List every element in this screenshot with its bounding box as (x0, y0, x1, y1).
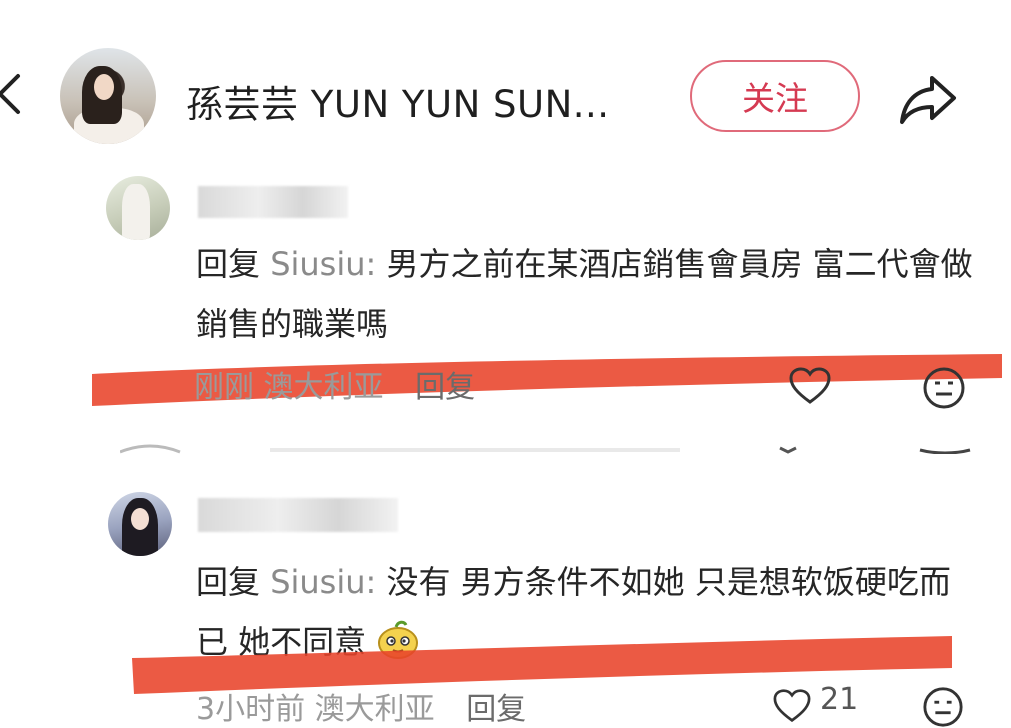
reply-button[interactable]: 回复 (415, 370, 475, 405)
share-icon[interactable] (896, 66, 960, 130)
smile-icon[interactable] (922, 366, 966, 410)
reply-prefix: 回复 (196, 563, 261, 601)
author-name[interactable]: 孫芸芸 YUN YUN SUN... (186, 74, 610, 128)
reply-to-user[interactable]: Siusiu: (270, 245, 376, 283)
reply-button[interactable]: 回复 (466, 692, 526, 727)
smile-icon[interactable] (922, 686, 964, 728)
back-icon[interactable] (0, 72, 24, 116)
commenter-avatar[interactable] (106, 176, 170, 240)
comment-location: 澳大利亚 (263, 370, 384, 405)
follow-button[interactable]: 关注 (690, 60, 860, 132)
commenter-avatar[interactable] (108, 492, 172, 556)
reply-to-user[interactable]: Siusiu: (270, 563, 376, 601)
comment-meta: 刚刚 澳大利亚 回复 (194, 362, 475, 406)
author-avatar[interactable] (60, 48, 156, 144)
heart-icon[interactable] (772, 688, 812, 724)
commenter-name-blurred (198, 498, 398, 532)
comment-meta: 3小时前 澳大利亚 回复 (196, 684, 526, 728)
heart-icon[interactable] (788, 366, 832, 406)
comment-location: 澳大利亚 (314, 692, 435, 727)
commenter-name-blurred (198, 186, 348, 218)
collapsed-row-edge (120, 444, 971, 454)
comment-text: 回复 Siusiu: 男方之前在某酒店銷售會員房 富二代會做銷售的職業嗎 (196, 234, 976, 354)
like-count: 21 (820, 682, 859, 717)
reply-prefix: 回复 (196, 245, 261, 283)
comment-time: 3小时前 (196, 692, 306, 727)
comment-time: 刚刚 (194, 370, 254, 405)
